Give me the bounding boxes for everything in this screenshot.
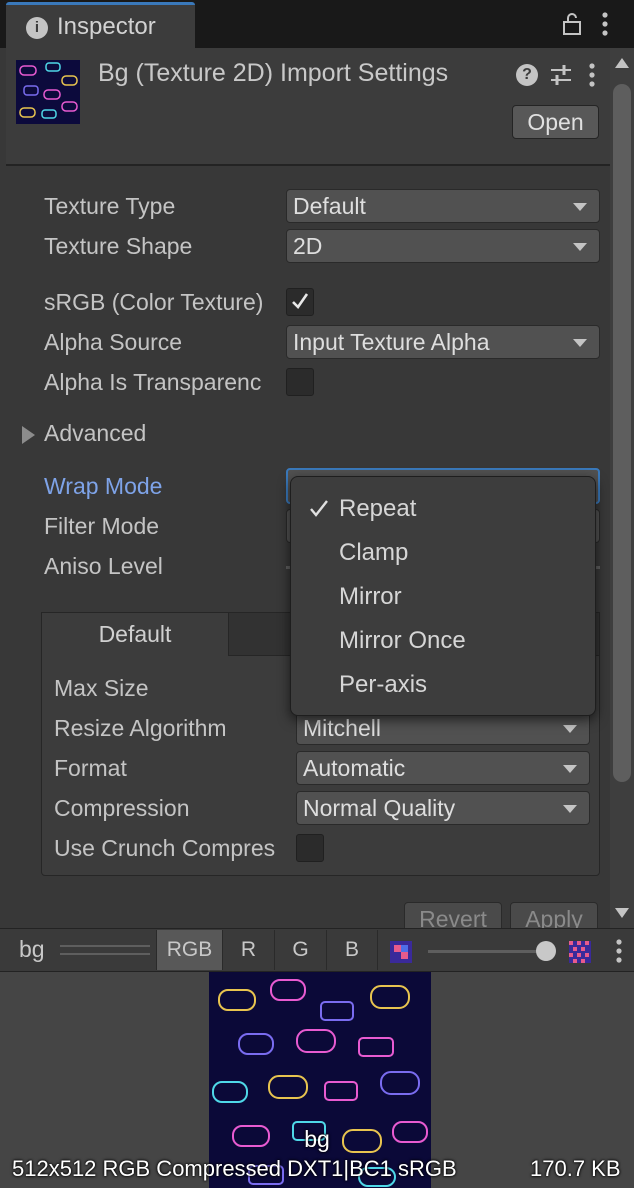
alpha-source-label: Alpha Source bbox=[44, 329, 183, 355]
chevron-down-icon bbox=[573, 203, 587, 211]
menu-item-per-axis[interactable]: Per-axis bbox=[291, 663, 595, 707]
alpha-source-value: Input Texture Alpha bbox=[293, 329, 490, 355]
texture-shape-dropdown[interactable]: 2D bbox=[286, 229, 600, 263]
mip-level-slider[interactable] bbox=[428, 950, 546, 953]
foldout-arrow-icon[interactable] bbox=[22, 426, 35, 444]
checkmark-icon bbox=[292, 293, 309, 310]
menu-item-mirror-once[interactable]: Mirror Once bbox=[291, 619, 595, 663]
texture-type-label: Texture Type bbox=[44, 193, 176, 219]
mip-small-icon bbox=[390, 941, 412, 963]
channel-g-button[interactable]: G bbox=[274, 930, 326, 970]
menu-item-label: Per-axis bbox=[339, 671, 428, 698]
menu-item-repeat[interactable]: Repeat bbox=[291, 487, 595, 531]
chevron-down-icon bbox=[563, 805, 577, 813]
menu-item-label: Mirror bbox=[339, 583, 402, 610]
import-settings-title: Bg (Texture 2D) Import Settings bbox=[98, 59, 449, 87]
tab-label: Inspector bbox=[57, 13, 156, 40]
more-options-icon[interactable] bbox=[587, 61, 597, 89]
info-icon: i bbox=[26, 17, 48, 39]
texture-shape-label: Texture Shape bbox=[44, 233, 193, 259]
texture-type-dropdown[interactable]: Default bbox=[286, 189, 600, 223]
texture-info-label: 512x512 RGB Compressed DXT1|BC1 sRGB bbox=[12, 1156, 457, 1181]
wrap-mode-label: Wrap Mode bbox=[44, 473, 163, 499]
use-crunch-compression-label: Use Crunch Compres bbox=[54, 835, 276, 861]
chevron-down-icon bbox=[563, 725, 577, 733]
use-crunch-compression-checkbox[interactable] bbox=[296, 834, 324, 862]
menu-item-label: Clamp bbox=[339, 539, 409, 566]
alpha-is-transparency-checkbox[interactable] bbox=[286, 368, 314, 396]
aniso-level-label: Aniso Level bbox=[44, 553, 163, 579]
help-icon[interactable]: ? bbox=[516, 64, 538, 86]
preview-resize-handle[interactable] bbox=[60, 945, 150, 955]
menu-item-mirror[interactable]: Mirror bbox=[291, 575, 595, 619]
presets-icon[interactable] bbox=[549, 63, 573, 87]
channel-r-button[interactable]: R bbox=[222, 930, 274, 970]
inspector-header: Bg (Texture 2D) Import Settings ? Open bbox=[6, 48, 610, 166]
lock-icon[interactable] bbox=[561, 12, 583, 36]
scrollbar-thumb[interactable] bbox=[613, 84, 631, 782]
resize-algorithm-label: Resize Algorithm bbox=[54, 715, 227, 741]
open-button[interactable]: Open bbox=[512, 105, 599, 139]
mip-level-slider-handle[interactable] bbox=[536, 941, 556, 961]
checkmark-icon bbox=[310, 500, 328, 517]
filter-mode-label: Filter Mode bbox=[44, 513, 160, 539]
chevron-down-icon bbox=[573, 339, 587, 347]
srgb-checkbox[interactable] bbox=[286, 288, 314, 316]
channel-rgb-button[interactable]: RGB bbox=[156, 930, 222, 970]
menu-item-label: Mirror Once bbox=[339, 627, 466, 654]
tab-inspector[interactable]: i Inspector bbox=[6, 2, 195, 48]
srgb-label: sRGB (Color Texture) bbox=[44, 289, 264, 315]
chevron-down-icon bbox=[563, 765, 577, 773]
menu-item-clamp[interactable]: Clamp bbox=[291, 531, 595, 575]
preview-title: bg bbox=[19, 936, 45, 962]
advanced-foldout[interactable]: Advanced bbox=[44, 420, 146, 447]
texture-type-value: Default bbox=[293, 193, 366, 219]
compression-dropdown[interactable]: Normal Quality bbox=[296, 791, 590, 825]
alpha-is-transparency-label: Alpha Is Transparenc bbox=[44, 369, 262, 395]
channel-b-button[interactable]: B bbox=[326, 930, 378, 970]
format-label: Format bbox=[54, 755, 127, 781]
menu-item-label: Repeat bbox=[339, 495, 417, 522]
format-value: Automatic bbox=[303, 755, 406, 781]
texture-thumbnail bbox=[16, 60, 80, 124]
texture-size-label: 170.7 KB bbox=[530, 1156, 621, 1181]
more-options-icon[interactable] bbox=[600, 10, 610, 38]
texture-shape-value: 2D bbox=[293, 233, 323, 259]
more-options-icon[interactable] bbox=[614, 937, 624, 965]
alpha-source-dropdown[interactable]: Input Texture Alpha bbox=[286, 325, 600, 359]
mip-large-icon bbox=[569, 941, 591, 963]
scroll-up-arrow-icon[interactable] bbox=[615, 58, 629, 68]
wrap-mode-menu: Repeat Clamp Mirror Mirror Once Per-axis bbox=[290, 476, 596, 716]
format-dropdown[interactable]: Automatic bbox=[296, 751, 590, 785]
max-size-label: Max Size bbox=[54, 675, 149, 701]
platform-tab-default[interactable]: Default bbox=[41, 612, 229, 656]
preview-caption: bg bbox=[304, 1126, 330, 1152]
compression-label: Compression bbox=[54, 795, 190, 821]
scroll-down-arrow-icon[interactable] bbox=[615, 908, 629, 918]
resize-algorithm-dropdown[interactable]: Mitchell bbox=[296, 711, 590, 745]
resize-algorithm-value: Mitchell bbox=[303, 715, 381, 741]
chevron-down-icon bbox=[573, 243, 587, 251]
compression-value: Normal Quality bbox=[303, 795, 456, 821]
